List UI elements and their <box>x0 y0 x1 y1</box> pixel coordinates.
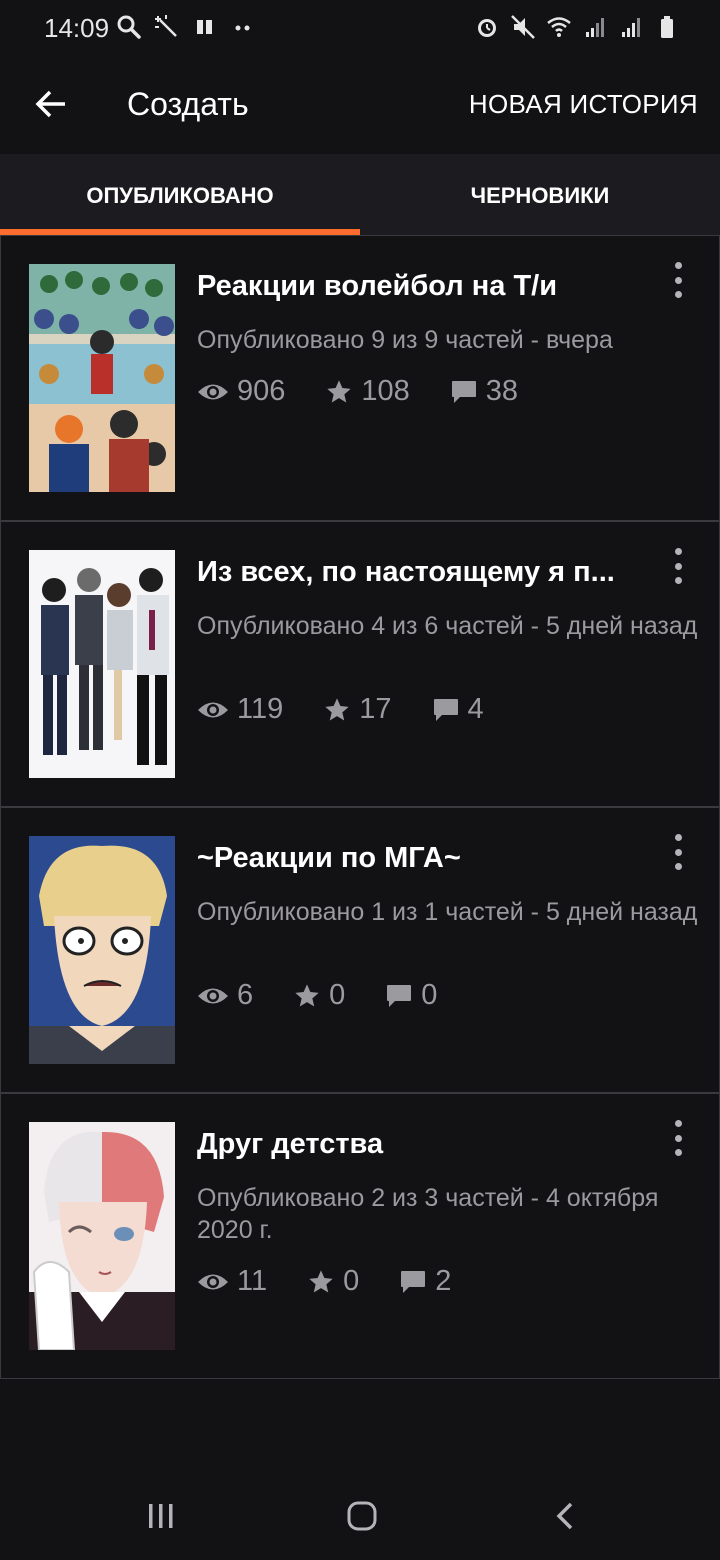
more-options-button[interactable] <box>663 548 693 584</box>
tab-published[interactable]: ОПУБЛИКОВАНО <box>0 154 360 237</box>
views-stat: 6 <box>197 979 253 1012</box>
comments-stat: 2 <box>399 1265 451 1298</box>
comments-stat: 38 <box>450 375 518 408</box>
alarm-icon <box>478 19 496 37</box>
comment-icon <box>401 1270 426 1293</box>
eye-icon <box>198 384 228 399</box>
story-title[interactable]: Из всех, по настоящему я п... <box>197 556 647 589</box>
comment-icon <box>433 698 458 721</box>
mute-icon <box>511 15 535 39</box>
page-title: Создать <box>127 86 249 122</box>
views-stat: 11 <box>197 1265 267 1298</box>
story-title[interactable]: Друг детства <box>197 1128 647 1161</box>
comments-stat: 0 <box>385 979 437 1012</box>
comment-icon <box>451 380 476 403</box>
comments-count: 2 <box>435 1265 452 1297</box>
recent-apps-icon <box>149 1504 173 1528</box>
eye-icon <box>198 702 228 717</box>
views-count: 11 <box>237 1265 268 1297</box>
comments-count: 38 <box>485 375 519 407</box>
story-meta: Опубликовано 4 из 6 частей - 5 дней наза… <box>197 612 698 640</box>
star-icon <box>327 379 352 402</box>
home-icon <box>347 1501 377 1531</box>
app-bar: Создать НОВАЯ ИСТОРИЯ <box>0 56 720 154</box>
search-icon <box>117 15 141 39</box>
story-meta: Опубликовано 2 из 3 частей - 4 октября 2… <box>197 1184 659 1244</box>
recent-apps-button[interactable] <box>131 1486 191 1546</box>
comments-count: 4 <box>467 693 484 725</box>
nav-back-button[interactable] <box>535 1486 595 1546</box>
more-dots-icon <box>235 25 250 31</box>
story-card[interactable]: Реакции волейбол на Т/и Опубликовано 9 и… <box>0 235 720 521</box>
status-right-icons <box>474 12 680 42</box>
back-arrow-icon <box>35 90 65 118</box>
story-list: Реакции волейбол на Т/и Опубликовано 9 и… <box>0 235 720 1379</box>
story-stats: 119 17 4 <box>197 693 524 726</box>
more-options-button[interactable] <box>663 1120 693 1156</box>
status-time: 14:09 <box>44 13 110 43</box>
back-icon <box>556 1502 573 1530</box>
story-stats: 11 0 2 <box>197 1265 491 1298</box>
story-cover[interactable] <box>29 550 175 778</box>
views-stat: 906 <box>197 375 285 408</box>
back-button[interactable] <box>28 81 74 127</box>
story-title[interactable]: Реакции волейбол на Т/и <box>197 270 647 303</box>
votes-count: 0 <box>329 979 346 1011</box>
more-options-button[interactable] <box>663 834 693 870</box>
magic-wand-icon <box>155 15 177 37</box>
views-count: 6 <box>237 979 254 1011</box>
views-count: 119 <box>237 693 284 725</box>
story-stats: 906 108 38 <box>197 375 558 408</box>
votes-stat: 17 <box>323 693 392 726</box>
home-button[interactable] <box>332 1486 392 1546</box>
eye-icon <box>198 1274 228 1289</box>
system-nav-bar <box>0 1466 720 1560</box>
eye-icon <box>198 988 228 1003</box>
signal-icon <box>622 18 640 37</box>
signal-icon <box>586 18 604 37</box>
views-count: 906 <box>237 375 286 407</box>
story-cover[interactable] <box>29 836 175 1064</box>
story-cover[interactable] <box>29 264 175 492</box>
status-bar: 14:09 <box>0 0 720 56</box>
story-meta: Опубликовано 1 из 1 частей - 5 дней наза… <box>197 898 698 926</box>
comments-count: 0 <box>421 979 438 1011</box>
status-left-icons <box>116 12 256 42</box>
views-stat: 119 <box>197 693 283 726</box>
star-icon <box>309 1269 333 1292</box>
battery-icon <box>661 16 673 38</box>
comments-stat: 4 <box>432 693 484 726</box>
votes-stat: 0 <box>307 1265 359 1298</box>
tab-bar: ОПУБЛИКОВАНО ЧЕРНОВИКИ <box>0 154 720 237</box>
more-options-button[interactable] <box>663 262 693 298</box>
story-meta: Опубликовано 9 из 9 частей - вчера <box>197 326 613 354</box>
story-card[interactable]: Друг детства Опубликовано 2 из 3 частей … <box>0 1092 720 1379</box>
story-title[interactable]: ~Реакции по МГА~ <box>197 842 647 875</box>
tab-drafts[interactable]: ЧЕРНОВИКИ <box>360 154 720 237</box>
votes-stat: 0 <box>293 979 345 1012</box>
votes-count: 17 <box>359 693 392 725</box>
star-icon <box>295 983 319 1006</box>
star-icon <box>325 697 349 720</box>
votes-count: 108 <box>361 375 410 407</box>
votes-count: 0 <box>343 1265 360 1297</box>
media-icon <box>197 20 212 34</box>
wifi-icon <box>547 17 571 37</box>
comment-icon <box>387 984 412 1007</box>
story-card[interactable]: ~Реакции по МГА~ Опубликовано 1 из 1 час… <box>0 806 720 1093</box>
votes-stat: 108 <box>325 375 410 408</box>
new-story-button[interactable]: НОВАЯ ИСТОРИЯ <box>469 89 698 120</box>
story-card[interactable]: Из всех, по настоящему я п... Опубликова… <box>0 520 720 807</box>
story-stats: 6 0 0 <box>197 979 477 1012</box>
story-cover[interactable] <box>29 1122 175 1350</box>
